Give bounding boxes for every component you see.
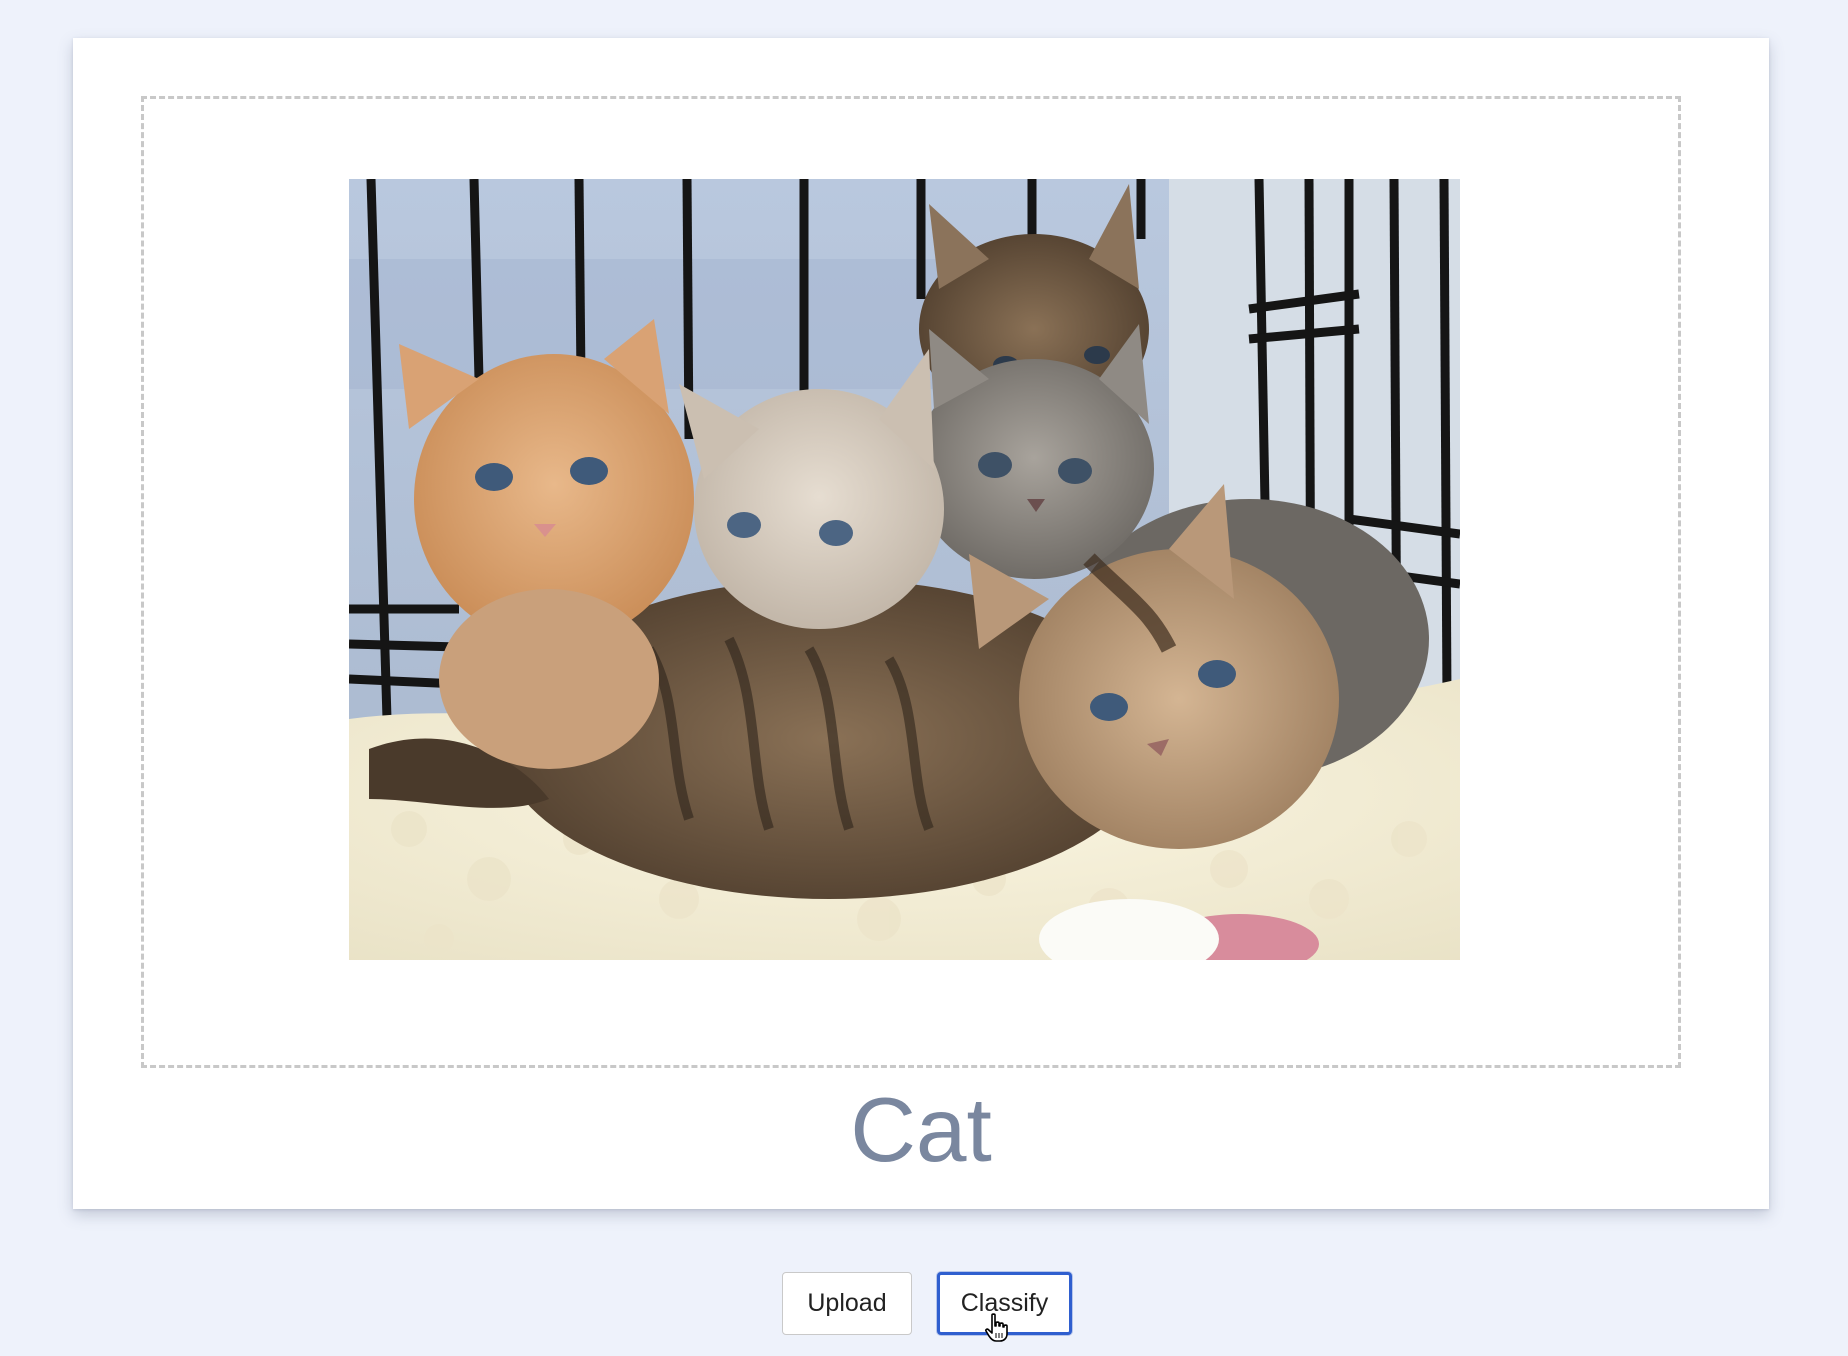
hand-pointer-icon bbox=[985, 1313, 1008, 1342]
upload-button[interactable]: Upload bbox=[782, 1272, 912, 1335]
classifier-card: Cat bbox=[73, 38, 1769, 1209]
kittens-photo bbox=[349, 179, 1460, 960]
image-dropzone[interactable] bbox=[141, 96, 1681, 1068]
classification-result: Cat bbox=[850, 1080, 992, 1181]
